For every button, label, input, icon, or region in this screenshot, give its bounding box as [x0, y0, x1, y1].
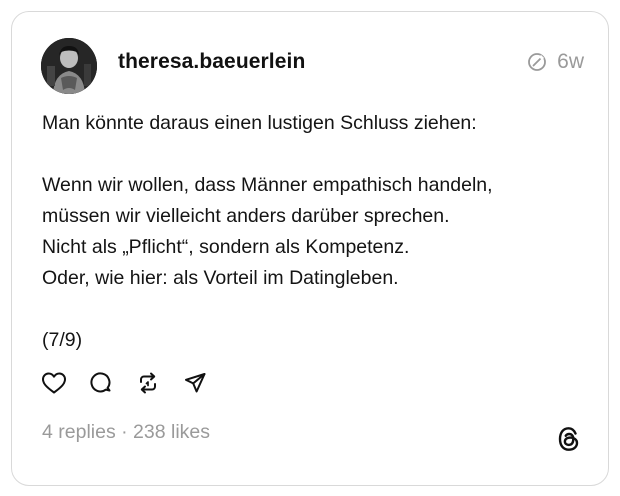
username[interactable]: theresa.baeuerlein	[118, 50, 305, 74]
repost-icon	[136, 371, 160, 400]
post-line	[42, 139, 587, 170]
comment-icon	[89, 371, 113, 400]
share-button[interactable]	[182, 372, 208, 398]
post-line: Wenn wir wollen, dass Männer empathisch …	[42, 174, 493, 196]
post-line	[42, 294, 587, 325]
post-time: 6w	[557, 50, 584, 73]
avatar[interactable]	[41, 38, 97, 94]
like-button[interactable]	[41, 372, 67, 398]
repost-button[interactable]	[135, 372, 161, 398]
post-line: Nicht als „Pflicht“, sondern als Kompete…	[42, 236, 410, 258]
post-card: theresa.baeuerlein 6w Man könnte daraus …	[11, 11, 609, 486]
post-line: Man könnte daraus einen lustigen Schluss…	[42, 112, 477, 134]
threads-logo-icon[interactable]	[556, 425, 582, 453]
post-line: (7/9)	[42, 329, 83, 351]
post-line: müssen wir vielleicht anders darüber spr…	[42, 205, 450, 227]
post-meta: 6w	[526, 50, 584, 74]
post-line: Oder, wie hier: als Vorteil im Datingleb…	[42, 267, 399, 289]
edited-icon	[526, 51, 548, 73]
post-text: Man könnte daraus einen lustigen Schluss…	[42, 108, 587, 356]
action-bar	[41, 371, 208, 400]
post-stats[interactable]: 4 replies · 238 likes	[42, 421, 210, 444]
reply-button[interactable]	[88, 371, 114, 400]
heart-icon	[41, 371, 67, 400]
share-icon	[183, 371, 207, 400]
